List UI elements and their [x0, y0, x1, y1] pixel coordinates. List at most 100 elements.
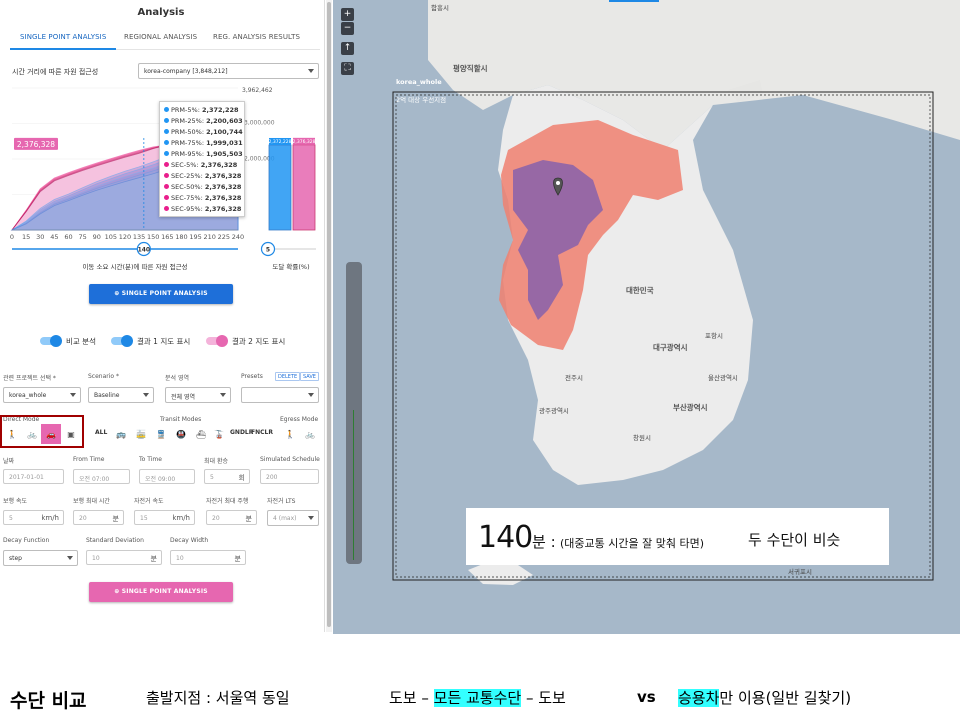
x-tick-label: 180: [175, 233, 187, 241]
map-time-slider[interactable]: [346, 262, 362, 564]
walk-icon[interactable]: 🚶: [4, 427, 20, 441]
bar-value-label: 2,372,228: [269, 139, 292, 145]
chevron-down-icon: [143, 393, 149, 397]
transit-mode-all[interactable]: ALL: [95, 429, 107, 436]
chart-x-axis-label: 이동 소요 시간(분)에 따른 자원 접근성: [82, 263, 188, 271]
project-select[interactable]: korea_whole: [3, 387, 81, 403]
tab-regional[interactable]: REGIONAL ANALYSIS: [124, 33, 197, 41]
toggle-knob: [50, 335, 62, 347]
bike-max-field[interactable]: 20 분: [206, 510, 257, 525]
tooltip-series-value: 2,200,603: [206, 117, 243, 125]
x-tick-label: 120: [119, 233, 131, 241]
std-unit: 분: [150, 555, 157, 563]
tooltip-series-name: SEC-50%:: [171, 183, 205, 191]
walk-max-time-value: 20: [79, 515, 87, 522]
single-point-analysis-button-2-label: SINGLE POINT ANALYSIS: [121, 588, 208, 595]
taxi-icon[interactable]: ▣: [63, 427, 79, 441]
tooltip-series-value: 2,372,228: [201, 106, 239, 114]
chart-tooltip: PRM-5%: 2,372,228 PRM-25%: 2,200,603 PRM-5…: [159, 101, 245, 217]
ferry-icon[interactable]: ⛴: [193, 427, 209, 441]
y-top-label: 3,962,462: [242, 87, 273, 94]
car-icon[interactable]: 🚗: [41, 424, 61, 444]
max-transfer-field[interactable]: 5 회: [204, 469, 250, 484]
x-tick-label: 240: [232, 233, 244, 241]
std-value: 10: [92, 555, 100, 562]
transit-mode-gndlr[interactable]: GNDLR: [230, 429, 253, 436]
walk-speed-field[interactable]: 5 km/h: [3, 510, 64, 525]
walk-max-time-field[interactable]: 20 분: [73, 510, 124, 525]
date-field[interactable]: 2017-01-01: [3, 469, 64, 484]
bar-value-label: 2,376,328: [293, 139, 316, 145]
zoom-out-button[interactable]: −: [341, 22, 354, 35]
presets-select[interactable]: [241, 387, 319, 403]
zoom-in-button[interactable]: +: [341, 8, 354, 21]
project-select-value: korea_whole: [9, 392, 47, 399]
width-field[interactable]: 10 분: [170, 550, 246, 565]
map-land-jeju: [468, 562, 533, 585]
tooltip-series-value: 2,100,744: [206, 128, 243, 136]
sim-schedule-field[interactable]: 200: [260, 469, 319, 484]
bike-lts-select[interactable]: 4 (max): [267, 510, 319, 526]
cable-car-icon[interactable]: 🚡: [211, 427, 227, 441]
scenario-select[interactable]: Baseline: [88, 387, 154, 403]
decay-select[interactable]: step: [3, 550, 78, 566]
area-select-value: 전체 영역: [171, 394, 195, 401]
tooltip-series-value: 2,376,328: [204, 194, 242, 202]
subway-icon[interactable]: 🚇: [173, 427, 189, 441]
from-time-field[interactable]: 오전 07:00: [73, 469, 130, 484]
footer-route-highlight: 모든 교통수단: [433, 689, 522, 707]
std-field[interactable]: 10 분: [86, 550, 162, 565]
tooltip-series-name: PRM-50%:: [171, 128, 207, 136]
save-preset-button[interactable]: SAVE: [300, 372, 319, 381]
sim-schedule-label: Simulated Schedule: [260, 456, 320, 463]
rail-icon[interactable]: 🚆: [153, 427, 169, 441]
bike-max-value: 20: [212, 515, 220, 522]
x-tick-label: 165: [161, 233, 173, 241]
tab-single-point[interactable]: SINGLE POINT ANALYSIS: [20, 33, 106, 41]
walk-max-time-unit: 분: [112, 515, 119, 523]
caption-unit: 분 :: [532, 533, 556, 551]
tooltip-series-name: PRM-5%:: [171, 106, 202, 114]
x-tick-label: 15: [22, 233, 30, 241]
tooltip-row: PRM-50%: 2,100,744: [164, 127, 243, 138]
panel-scrollbar-thumb[interactable]: [327, 2, 331, 627]
presets-label: Presets: [241, 373, 263, 380]
caption-sub: (대중교통 시간을 잘 맞춰 타면): [560, 537, 705, 550]
compass-icon[interactable]: ↑: [341, 42, 354, 55]
map-label-pohang: 포항시: [705, 332, 723, 340]
bike-icon[interactable]: 🚲: [24, 427, 40, 441]
toggle-compare-label: 비교 분석: [66, 337, 96, 346]
tab-reg-results[interactable]: REG. ANALYSIS RESULTS: [213, 33, 300, 41]
decay-label: Decay Function: [3, 537, 50, 544]
egress-walk-icon[interactable]: 🚶: [282, 427, 298, 441]
map-subregion-label: 2억 대상 우선지점: [396, 96, 447, 104]
map-label-korea: 대한민국: [626, 286, 654, 295]
scenario-label: Scenario *: [88, 373, 119, 380]
chevron-down-icon: [70, 393, 76, 397]
area-select[interactable]: 전체 영역: [165, 387, 231, 403]
tram-icon[interactable]: 🚋: [133, 427, 149, 441]
tooltip-series-name: PRM-25%:: [171, 117, 207, 125]
transit-mode-fnclr[interactable]: FNCLR: [251, 429, 273, 436]
bus-icon[interactable]: 🚌: [113, 427, 129, 441]
dataset-select[interactable]: korea-company [3,848,212]: [138, 63, 319, 79]
tooltip-row: SEC-50%: 2,376,328: [164, 182, 241, 193]
tooltip-series-name: PRM-95%:: [171, 150, 207, 158]
tooltip-row: SEC-5%: 2,376,328: [164, 160, 240, 171]
egress-bike-icon[interactable]: 🚲: [302, 427, 318, 441]
date-label: 날짜: [3, 458, 15, 465]
delete-preset-button[interactable]: DELETE: [275, 372, 301, 381]
single-point-analysis-button-2[interactable]: ⊕ SINGLE POINT ANALYSIS: [89, 582, 233, 602]
width-label: Decay Width: [170, 537, 209, 544]
max-transfer-value: 5: [210, 474, 214, 481]
comparison-footer: 수단 비교 출발지점 : 서울역 동일 도보 – 모든 교통수단 – 도보 vs…: [0, 634, 960, 720]
tooltip-series-name: SEC-5%:: [171, 161, 201, 169]
tooltip-row: SEC-25%: 2,376,328: [164, 171, 241, 182]
map-label-pyongyang: 평양직할시: [453, 64, 488, 73]
bike-speed-field[interactable]: 15 km/h: [134, 510, 195, 525]
fullscreen-icon[interactable]: ⛶: [341, 62, 354, 75]
single-point-analysis-button[interactable]: ⊕ SINGLE POINT ANALYSIS: [89, 284, 233, 304]
x-tick-label: 30: [36, 233, 44, 241]
to-time-field[interactable]: 오전 09:00: [139, 469, 195, 484]
map-label-city: 함흥시: [431, 4, 449, 12]
